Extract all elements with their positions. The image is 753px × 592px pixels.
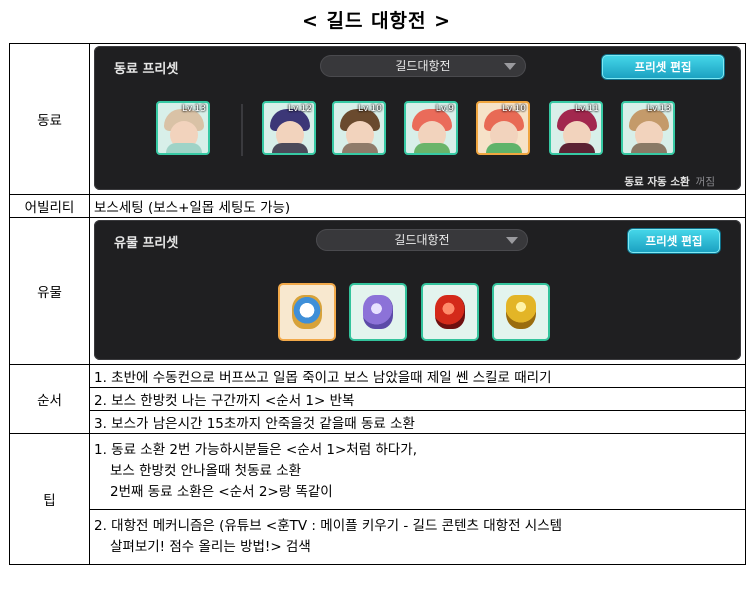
relic-cell: 유물 프리셋 길드대항전 프리셋 편집 <box>89 217 746 365</box>
companion-portrait-2[interactable]: Lv.12 <box>262 101 316 155</box>
relic-panel-header: 유물 프리셋 길드대항전 프리셋 편집 <box>94 220 741 260</box>
body-shape <box>414 143 450 153</box>
tip-1-line-3: 2번째 동료 소환은 <순서 2>랑 똑같이 <box>110 484 333 500</box>
tip-2-line-2: 살펴보기! 점수 올리는 방법!> 검색 <box>110 539 311 555</box>
companion-edit-preset-button[interactable]: 프리셋 편집 <box>602 55 724 79</box>
companion-panel-header: 동료 프리셋 길드대항전 프리셋 편집 <box>94 46 741 86</box>
relic-slot-3[interactable] <box>421 283 479 341</box>
relic-preset-value: 길드대항전 <box>394 233 450 247</box>
companion-cell: 동료 프리셋 길드대항전 프리셋 편집 Lv.13 Lv.12 Lv.10 Lv… <box>89 43 746 195</box>
tip-2-line-1: 2. 대항전 메커니즘은 (유튜브 <훈TV : 메이플 키우기 - 길드 콘텐… <box>94 518 563 534</box>
body-shape <box>486 143 522 153</box>
tip-1: 1. 동료 소환 2번 가능하시분들은 <순서 1>처럼 하다가, 보스 한방컷… <box>89 433 746 510</box>
relic-slot-4[interactable] <box>492 283 550 341</box>
mirror-icon <box>292 295 322 329</box>
order-step-1: 1. 초반에 수동컨으로 버프쓰고 일몹 죽이고 보스 남았을때 제일 쎈 스킬… <box>89 364 746 388</box>
auto-summon-toggle[interactable]: 동료 자동 소환 꺼짐 <box>624 174 715 189</box>
row-label-companion: 동료 <box>9 43 90 195</box>
companion-preset-panel: 동료 프리셋 길드대항전 프리셋 편집 Lv.13 Lv.12 Lv.10 Lv… <box>94 46 741 190</box>
companion-preset-value: 길드대항전 <box>395 59 451 73</box>
tip-1-line-1: 1. 동료 소환 2번 가능하시분들은 <순서 1>처럼 하다가, <box>94 442 417 458</box>
companion-preset-select[interactable]: 길드대항전 <box>320 55 526 77</box>
portrait-level: Lv.10 <box>502 104 526 114</box>
order-step-3: 3. 보스가 남은시간 15초까지 안죽을것 같을때 동료 소환 <box>89 410 746 434</box>
relic-preset-select[interactable]: 길드대항전 <box>316 229 528 251</box>
body-shape <box>631 143 667 153</box>
guide-table: 동료 동료 프리셋 길드대항전 프리셋 편집 Lv.13 Lv.12 Lv.10… <box>9 43 746 565</box>
row-label-order: 순서 <box>9 364 90 434</box>
page-title: < 길드 대항전 > <box>301 10 452 32</box>
potion-bottle-icon <box>363 295 393 329</box>
auto-summon-state: 꺼짐 <box>695 176 715 188</box>
divider <box>241 104 243 156</box>
companion-portrait-6[interactable]: Lv.11 <box>549 101 603 155</box>
tip-2: 2. 대항전 메커니즘은 (유튜브 <훈TV : 메이플 키우기 - 길드 콘텐… <box>89 509 746 565</box>
portrait-level: Lv.12 <box>288 104 312 114</box>
tip-1-line-2: 보스 한방컷 안나올때 첫동료 소환 <box>110 463 302 479</box>
body-shape <box>559 143 595 153</box>
relic-slot-2[interactable] <box>349 283 407 341</box>
red-orb-icon <box>435 295 465 329</box>
companion-portrait-1[interactable]: Lv.13 <box>156 101 210 155</box>
chevron-down-icon <box>504 63 516 70</box>
order-step-2: 2. 보스 한방컷 나는 구간까지 <순서 1> 반복 <box>89 387 746 411</box>
body-shape <box>272 143 308 153</box>
row-order-3: 3. 보스가 남은시간 15초까지 안죽을것 같을때 동료 소환 <box>10 410 746 434</box>
body-shape <box>166 143 202 153</box>
body-shape <box>342 143 378 153</box>
portrait-level: Lv.13 <box>647 104 671 114</box>
companion-portrait-4[interactable]: Lv.9 <box>404 101 458 155</box>
row-relic: 유물 유물 프리셋 길드대항전 프리셋 편집 <box>9 217 746 365</box>
auto-summon-label: 동료 자동 소환 <box>624 176 690 188</box>
row-order-2: 2. 보스 한방컷 나는 구간까지 <순서 1> 반복 <box>10 387 746 411</box>
relic-preset-panel: 유물 프리셋 길드대항전 프리셋 편집 <box>94 220 741 360</box>
companion-portrait-5[interactable]: Lv.10 <box>476 101 530 155</box>
row-label-relic: 유물 <box>9 217 90 365</box>
trophy-icon <box>506 295 536 329</box>
relic-slot-1[interactable] <box>278 283 336 341</box>
portrait-level: Lv.10 <box>358 104 382 114</box>
companion-panel-title: 동료 프리셋 <box>114 62 179 77</box>
portrait-level: Lv.13 <box>182 104 206 114</box>
row-label-ability: 어빌리티 <box>9 194 90 218</box>
relic-edit-preset-button[interactable]: 프리셋 편집 <box>628 229 720 253</box>
row-label-tip: 팁 <box>9 433 90 565</box>
portrait-level: Lv.11 <box>575 104 599 114</box>
chevron-down-icon <box>506 237 518 244</box>
row-order-1: 순서 1. 초반에 수동컨으로 버프쓰고 일몹 죽이고 보스 남았을때 제일 쎈… <box>9 364 746 434</box>
row-tip-1: 팁 1. 동료 소환 2번 가능하시분들은 <순서 1>처럼 하다가, 보스 한… <box>9 433 746 565</box>
portrait-level: Lv.9 <box>435 104 454 114</box>
row-companion: 동료 동료 프리셋 길드대항전 프리셋 편집 Lv.13 Lv.12 Lv.10… <box>9 43 746 195</box>
row-tip-2: 2. 대항전 메커니즘은 (유튜브 <훈TV : 메이플 키우기 - 길드 콘텐… <box>10 509 746 565</box>
row-ability: 어빌리티 보스세팅 (보스+일몹 세팅도 가능) <box>9 194 746 218</box>
ability-text: 보스세팅 (보스+일몹 세팅도 가능) <box>89 194 746 218</box>
companion-portrait-3[interactable]: Lv.10 <box>332 101 386 155</box>
companion-portrait-7[interactable]: Lv.13 <box>621 101 675 155</box>
relic-panel-title: 유물 프리셋 <box>114 236 179 251</box>
